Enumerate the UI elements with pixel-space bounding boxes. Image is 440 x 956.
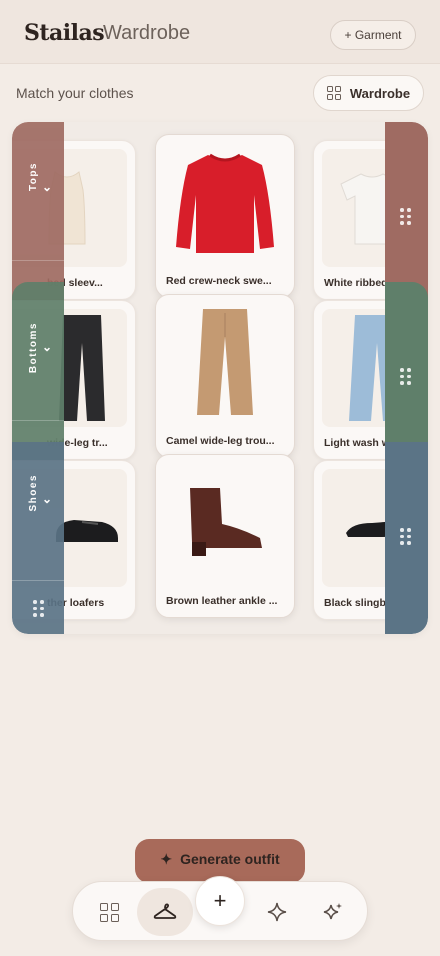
garment-card-selected[interactable]: Red crew-neck swe...: [155, 134, 295, 298]
chevron-down-icon[interactable]: ⌄: [42, 340, 52, 354]
wardrobe-button-label: Wardrobe: [349, 85, 411, 101]
sparkle-icon: ✦: [160, 851, 173, 867]
rail-divider: [12, 420, 64, 421]
rail-label-wrap: Tops: [21, 162, 45, 242]
ankle-boot-icon: [190, 488, 262, 556]
page-title: Wardrobe: [103, 22, 191, 44]
garment-card-selected[interactable]: Camel wide-leg trou...: [155, 294, 295, 458]
trousers-icon: [197, 309, 253, 415]
category-label-bottoms: Bottoms: [27, 322, 39, 374]
grid-icon: [99, 902, 119, 922]
garment-label: Brown leather ankle ...: [166, 595, 278, 607]
trousers-icon: [59, 315, 105, 421]
brand-logo: Stailas: [24, 20, 105, 46]
section-title: Match your clothes: [16, 85, 134, 101]
chevron-down-icon[interactable]: ⌄: [42, 180, 52, 194]
bottom-nav: +: [72, 876, 368, 941]
chevron-down-icon[interactable]: ⌄: [42, 492, 52, 506]
drag-handle-icon[interactable]: [400, 368, 411, 385]
row-shoes: ther loafers Brown leather ankle ... Bla…: [12, 442, 428, 634]
nav-grid[interactable]: [81, 888, 137, 936]
nav-sparkle[interactable]: [249, 888, 305, 936]
rail-divider: [12, 580, 64, 581]
category-rail-shoes[interactable]: Shoes ⌄: [12, 442, 64, 634]
hanger-icon: [153, 903, 177, 919]
nav-sparkles[interactable]: [305, 888, 361, 936]
drag-handle-icon[interactable]: [33, 600, 44, 617]
garment-card-selected[interactable]: Brown leather ankle ...: [155, 454, 295, 618]
category-label-shoes: Shoes: [27, 474, 39, 512]
add-button[interactable]: +: [195, 876, 245, 926]
sparkles-icon: [323, 903, 342, 920]
nav-wardrobe[interactable]: [137, 888, 193, 936]
drag-rail-shoes[interactable]: [385, 442, 428, 634]
app-header: Stailas Wardrobe + Garment: [0, 0, 440, 64]
sparkle-outline-icon: [267, 902, 287, 922]
grid-icon: [326, 86, 341, 100]
generate-outfit-label: Generate outfit: [180, 851, 280, 867]
drag-handle-icon[interactable]: [400, 208, 411, 225]
rail-label-wrap: Bottoms: [21, 322, 45, 402]
rail-label-wrap: Shoes: [21, 474, 45, 554]
garment-image: [164, 303, 286, 421]
garment-image: [164, 143, 286, 261]
wardrobe-button[interactable]: Wardrobe: [313, 75, 424, 111]
outfit-board: bed sleev... Red crew-neck swe... White …: [12, 122, 428, 634]
category-label-tops: Tops: [27, 162, 39, 192]
sweater-icon: [176, 153, 274, 253]
add-garment-button[interactable]: + Garment: [330, 20, 416, 50]
drag-handle-icon[interactable]: [400, 528, 411, 545]
garment-image: [164, 463, 286, 581]
rail-divider: [12, 260, 64, 261]
